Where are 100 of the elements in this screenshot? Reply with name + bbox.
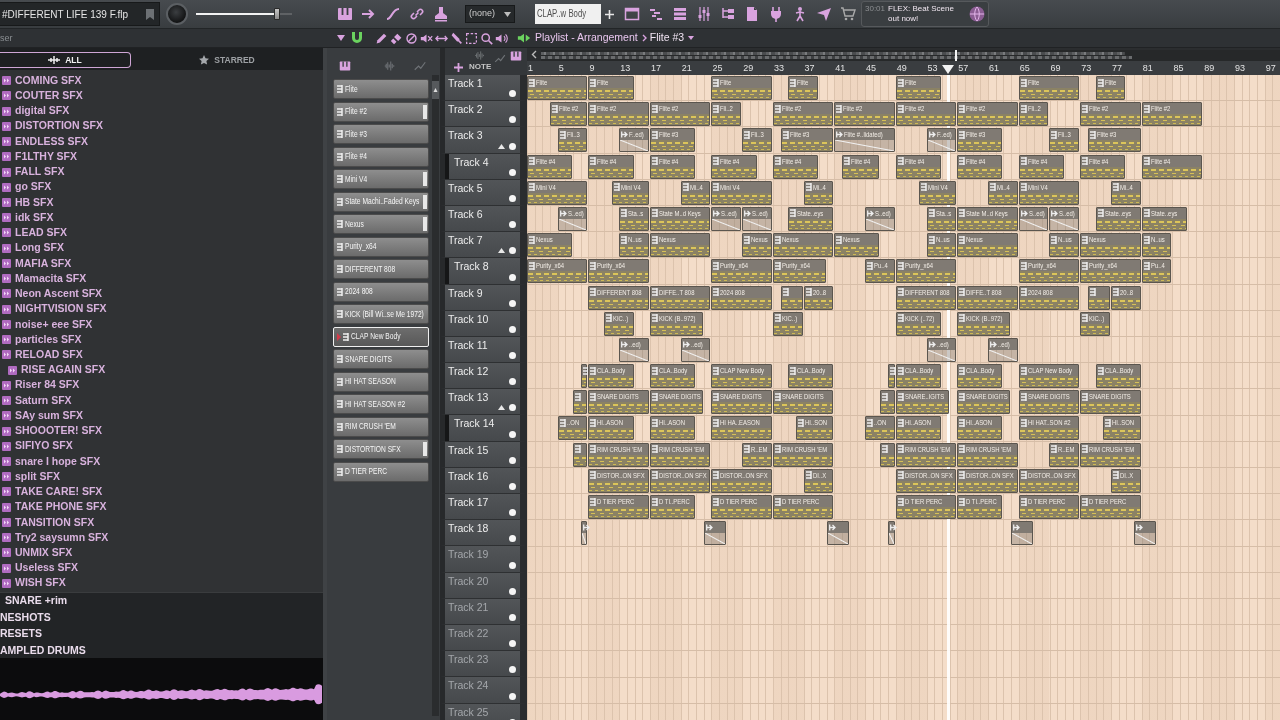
pattern-clip[interactable]: Pu..4: [865, 259, 895, 284]
pattern-clip[interactable]: CLA..Body: [588, 364, 634, 389]
pattern-clip[interactable]: Flite #4: [1018, 154, 1064, 179]
pattern-clip[interactable]: Flite #2: [957, 102, 1018, 127]
led-icon[interactable]: [509, 116, 516, 124]
pattern-clip[interactable]: Mi..4: [803, 180, 834, 205]
browser-item[interactable]: digital SFX: [0, 103, 323, 119]
pattern-clip[interactable]: R..EM: [1049, 442, 1080, 467]
automation-clip[interactable]: ..ed): [988, 337, 1018, 362]
window-icon[interactable]: [622, 6, 642, 22]
automation-clip[interactable]: ..ed): [926, 337, 957, 362]
pattern-clip[interactable]: D TIER PERC: [895, 495, 957, 519]
pattern-clip[interactable]: 20..8: [1110, 285, 1141, 310]
browser-item[interactable]: snare I hope SFX: [0, 453, 323, 470]
pattern-clip[interactable]: Flite #2: [772, 102, 834, 127]
piano-keys-icon[interactable]: [338, 60, 352, 72]
browser-item[interactable]: Riser 84 SFX: [0, 377, 323, 393]
track-header[interactable]: Track 4: [440, 153, 527, 180]
pattern-clip[interactable]: SNARE DIGITS: [649, 390, 703, 415]
pattern-clip[interactable]: Flite: [711, 76, 772, 100]
pattern-clip[interactable]: [1087, 285, 1110, 310]
pattern-clip[interactable]: DISTOR..ON SFX: [649, 468, 711, 493]
track-header[interactable]: Track 10: [440, 310, 527, 337]
pattern-clip[interactable]: Flite #3: [649, 128, 696, 153]
pattern-clip[interactable]: Flite #4: [1141, 154, 1203, 179]
browser-item[interactable]: WISH SFX: [0, 575, 323, 591]
automation-clip[interactable]: ..ed): [680, 337, 711, 362]
led-icon[interactable]: [509, 561, 516, 569]
pattern-clip[interactable]: Flite #3: [957, 128, 1003, 153]
pattern-clip[interactable]: Flite #2: [588, 102, 649, 127]
pattern-clip[interactable]: Flite: [1095, 76, 1126, 100]
track-header[interactable]: Track 24: [440, 677, 527, 704]
pattern-clip[interactable]: D TIER PERC: [772, 495, 834, 519]
channel-button[interactable]: Flite: [333, 79, 429, 99]
pattern-clip[interactable]: KIC..): [603, 311, 634, 336]
channel-button[interactable]: Mini V4: [333, 169, 429, 189]
pattern-clip[interactable]: Flite: [588, 76, 634, 100]
led-icon[interactable]: [509, 666, 516, 674]
pattern-clip[interactable]: Flite #4: [895, 154, 941, 179]
pattern-clip[interactable]: RIM CRUSH 'EM: [772, 442, 834, 467]
pattern-clip[interactable]: N..us: [619, 233, 649, 258]
automation-clip[interactable]: F..ed): [619, 128, 649, 153]
folder-name[interactable]: SNARE +rim: [5, 593, 68, 610]
led-icon[interactable]: [509, 613, 516, 621]
volume-knob[interactable]: [166, 3, 188, 25]
browser-tab[interactable]: STARRED: [131, 52, 323, 68]
channel-button[interactable]: CLAP New Body: [333, 326, 429, 347]
channel-button[interactable]: 2024 808: [333, 281, 429, 302]
pattern-clip[interactable]: Flite #4: [527, 154, 573, 179]
pattern-clip[interactable]: KIC..): [772, 311, 803, 336]
led-icon[interactable]: [509, 587, 516, 595]
automation-clip[interactable]: [703, 521, 726, 546]
led-icon[interactable]: [509, 456, 516, 464]
pattern-clip[interactable]: CLA..Body: [788, 364, 834, 389]
pattern-clip[interactable]: Fli..3: [742, 128, 772, 153]
browser-item[interactable]: go SFX: [0, 179, 323, 195]
pattern-clip[interactable]: HI..SON: [1103, 416, 1141, 441]
pattern-clip[interactable]: RIM CRUSH 'EM: [649, 442, 711, 467]
pattern-clip[interactable]: Purity_x64: [895, 259, 957, 284]
pattern-clip[interactable]: Nexus: [1080, 233, 1141, 258]
pattern-clip[interactable]: D TIER PERC: [1018, 495, 1080, 519]
pattern-clip[interactable]: DISTOR..ON SFX: [895, 468, 957, 493]
led-icon[interactable]: [509, 509, 516, 517]
channel-button[interactable]: RIM CRUSH 'EM: [333, 416, 429, 437]
pattern-clip[interactable]: HI..SON: [795, 416, 834, 441]
pattern-clip[interactable]: Flite #3: [780, 128, 834, 153]
pattern-clip[interactable]: Purity_x64: [1018, 259, 1080, 284]
piano-keys-icon[interactable]: [335, 6, 355, 22]
pattern-clip[interactable]: [580, 364, 588, 389]
muted-speaker-icon[interactable]: [420, 31, 433, 45]
browser-item[interactable]: FALL SFX: [0, 164, 323, 180]
bookmark-icon[interactable]: [146, 8, 154, 20]
pattern-clip[interactable]: SNARE DIGITS: [1018, 390, 1080, 415]
pattern-clip[interactable]: Flite: [788, 76, 818, 100]
browser-tab[interactable]: ALL: [0, 52, 131, 68]
led-icon[interactable]: [509, 640, 516, 648]
track-header[interactable]: Track 14: [440, 415, 527, 442]
automation-clip[interactable]: [580, 521, 588, 546]
pattern-clip[interactable]: DISTOR..ON SFX: [711, 468, 772, 493]
pattern-clip[interactable]: D TIER PERC: [588, 495, 649, 519]
pattern-clip[interactable]: HI HA..EASON: [711, 416, 772, 441]
pattern-clip[interactable]: SNARE DIGITS: [1080, 390, 1141, 415]
pattern-clip[interactable]: KICK (B..972): [957, 311, 1011, 336]
browser-item[interactable]: SHOOOTER! SFX: [0, 423, 323, 439]
led-icon[interactable]: [509, 404, 516, 412]
pattern-clip[interactable]: N..us: [1049, 233, 1080, 258]
browser-item[interactable]: Useless SFX: [0, 560, 323, 576]
pattern-clip[interactable]: Flite #2: [834, 102, 895, 127]
pattern-clip[interactable]: Flite #4: [649, 154, 696, 179]
pattern-clip[interactable]: State M..d Keys: [649, 206, 711, 231]
browser-item[interactable]: ENDLESS SFX: [0, 133, 323, 150]
up-triangle-icon[interactable]: [498, 248, 505, 254]
automation-clip[interactable]: F..ed): [926, 128, 957, 153]
pattern-clip[interactable]: Flite #4: [588, 154, 634, 179]
pattern-clip[interactable]: 2024 808: [1018, 285, 1080, 310]
magnifier-icon[interactable]: [480, 31, 493, 45]
project-title-field[interactable]: #DIFFERENT LIFE 139 F.flp: [0, 2, 160, 26]
pattern-clip[interactable]: State..eys: [788, 206, 834, 231]
track-header[interactable]: Track 22: [440, 624, 527, 652]
link-icon[interactable]: [407, 6, 427, 22]
